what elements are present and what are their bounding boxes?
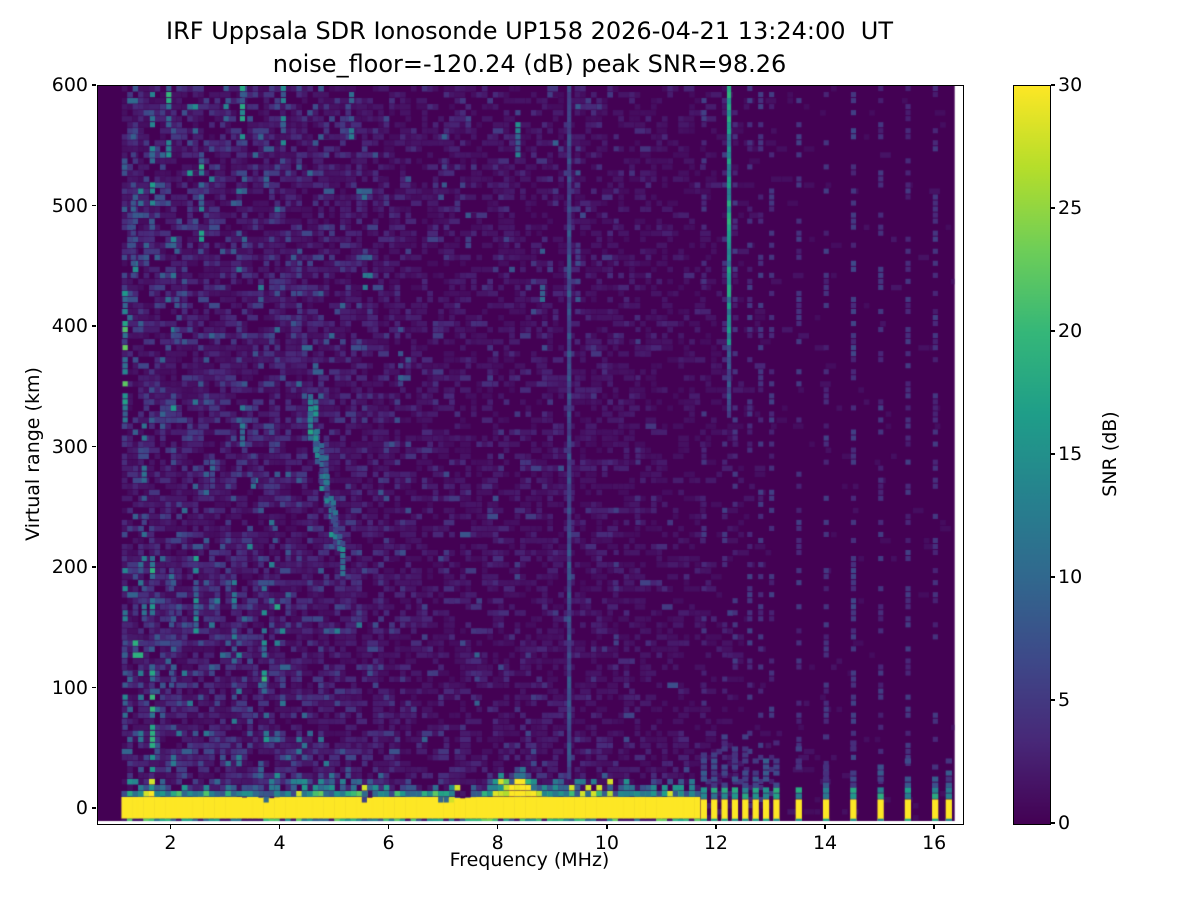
colorbar-tick-label: 5 (1058, 689, 1098, 711)
y-tick-label: 500 (28, 195, 88, 217)
colorbar-tick-label: 30 (1058, 74, 1098, 96)
y-tick-mark (92, 446, 96, 448)
x-tick-label: 14 (800, 832, 850, 854)
x-tick-label: 12 (691, 832, 741, 854)
y-tick-label: 100 (28, 677, 88, 699)
y-tick-mark (92, 566, 96, 568)
x-tick-label: 10 (582, 832, 632, 854)
colorbar-tick-mark (1051, 207, 1055, 209)
colorbar-gradient-canvas (1014, 86, 1050, 824)
colorbar (1013, 85, 1051, 825)
x-tick-label: 2 (145, 832, 195, 854)
chart-subtitle: noise_floor=-120.24 (dB) peak SNR=98.26 (97, 49, 962, 79)
colorbar-tick-mark (1051, 330, 1055, 332)
colorbar-tick-label: 15 (1058, 443, 1098, 465)
x-tick-mark (824, 825, 826, 829)
y-tick-mark (92, 807, 96, 809)
colorbar-tick-mark (1051, 453, 1055, 455)
x-tick-label: 8 (473, 832, 523, 854)
x-tick-mark (715, 825, 717, 829)
y-tick-label: 400 (28, 315, 88, 337)
y-tick-label: 600 (28, 74, 88, 96)
y-tick-mark (92, 325, 96, 327)
x-tick-mark (933, 825, 935, 829)
y-tick-label: 200 (28, 556, 88, 578)
colorbar-label: SNR (dB) (1099, 411, 1121, 496)
colorbar-tick-label: 25 (1058, 197, 1098, 219)
chart-title: IRF Uppsala SDR Ionosonde UP158 2026-04-… (97, 16, 962, 46)
colorbar-tick-mark (1051, 576, 1055, 578)
y-tick-mark (92, 84, 96, 86)
colorbar-tick-label: 20 (1058, 320, 1098, 342)
x-tick-mark (388, 825, 390, 829)
y-tick-mark (92, 687, 96, 689)
x-tick-label: 6 (364, 832, 414, 854)
plot-area (97, 85, 964, 825)
colorbar-tick-label: 0 (1058, 812, 1098, 834)
ionogram-figure: IRF Uppsala SDR Ionosonde UP158 2026-04-… (0, 0, 1200, 900)
x-tick-mark (606, 825, 608, 829)
x-tick-mark (279, 825, 281, 829)
y-tick-mark (92, 205, 96, 207)
colorbar-tick-label: 10 (1058, 566, 1098, 588)
colorbar-tick-mark (1051, 822, 1055, 824)
x-tick-mark (170, 825, 172, 829)
x-tick-label: 16 (909, 832, 959, 854)
x-tick-mark (497, 825, 499, 829)
colorbar-tick-mark (1051, 699, 1055, 701)
heatmap-canvas (98, 86, 963, 824)
x-tick-label: 4 (254, 832, 304, 854)
colorbar-tick-mark (1051, 84, 1055, 86)
y-tick-label: 0 (28, 797, 88, 819)
y-tick-label: 300 (28, 436, 88, 458)
